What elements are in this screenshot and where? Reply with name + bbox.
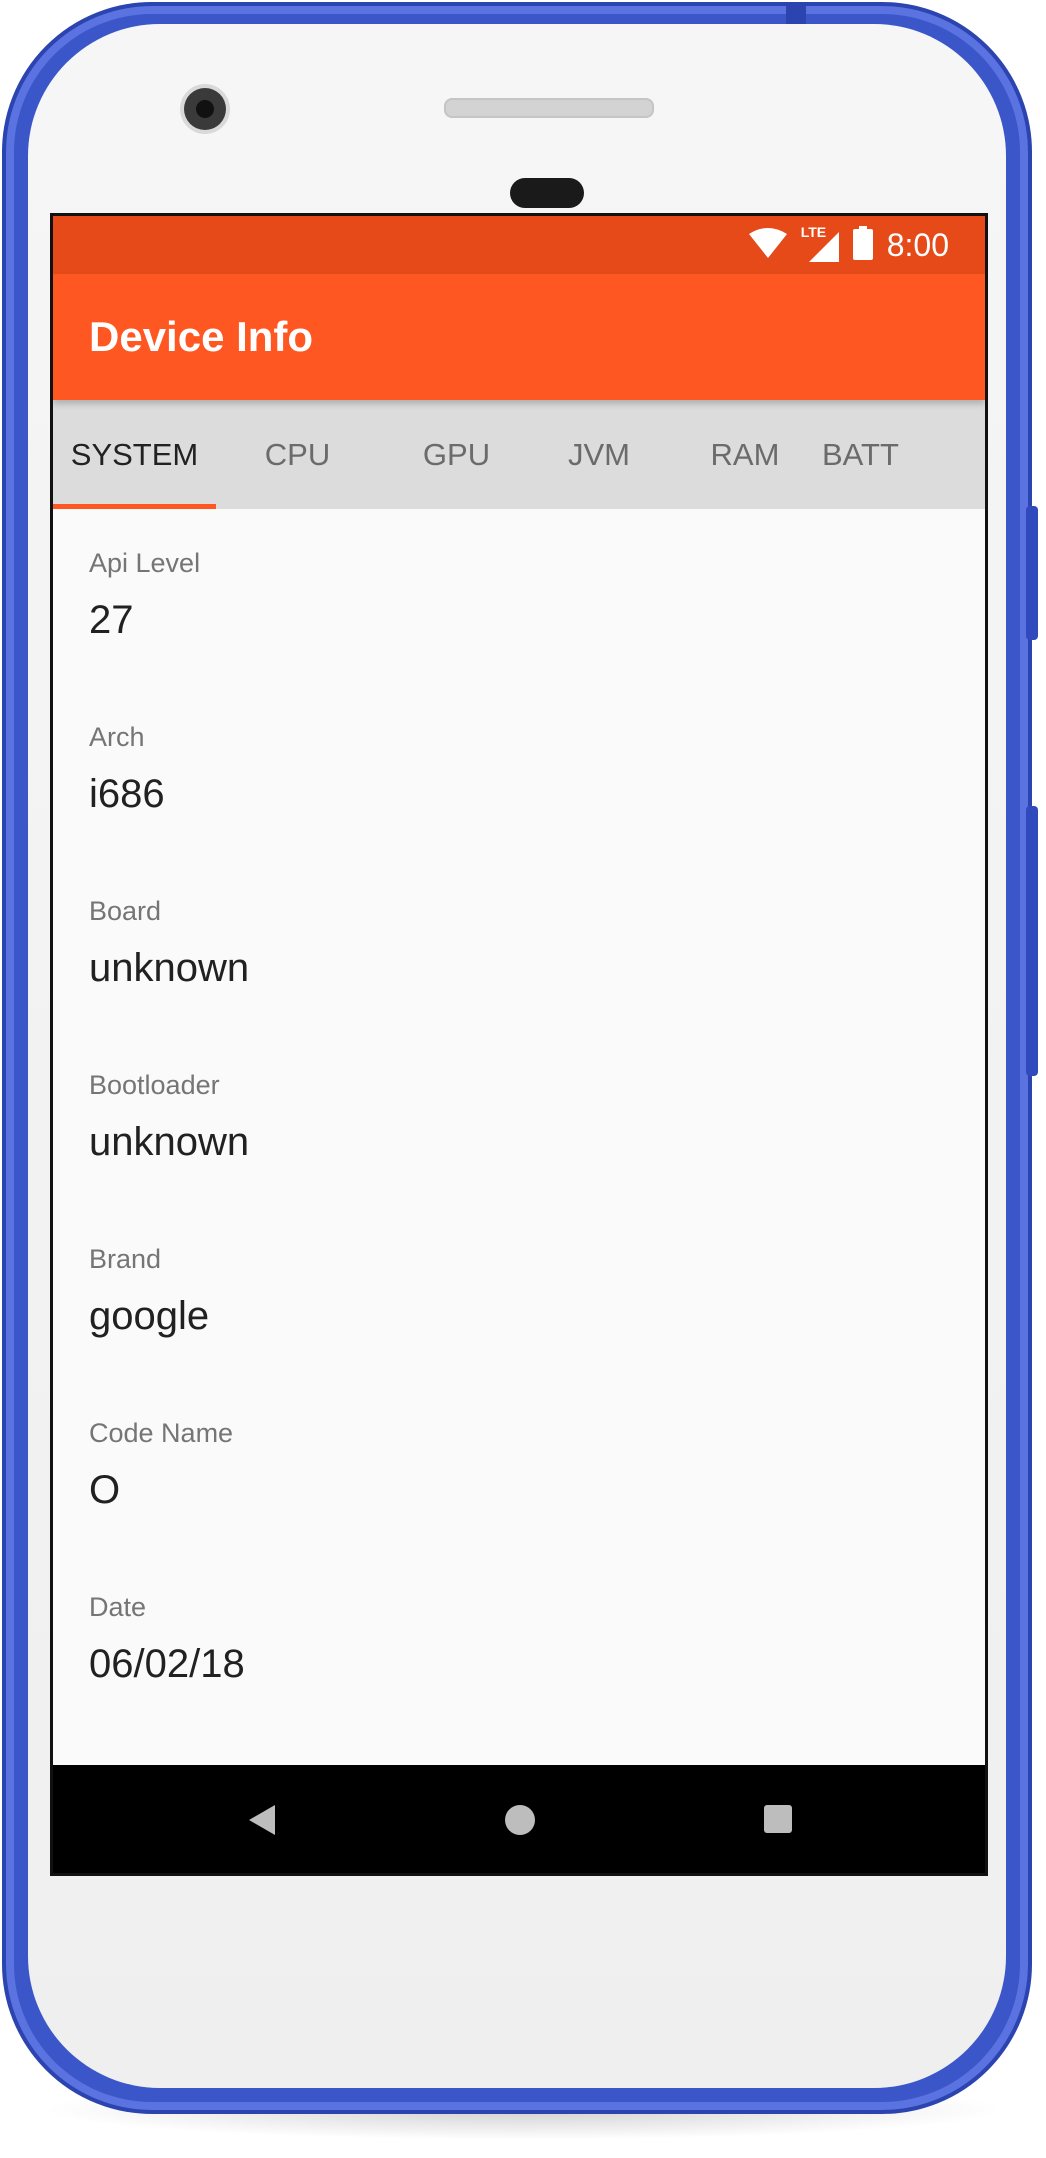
info-item-brand: Brand google: [89, 1243, 985, 1417]
info-label: Code Name: [89, 1418, 234, 1448]
info-item-api-level: Api Level 27: [89, 547, 985, 721]
tab-gpu[interactable]: GPU: [379, 400, 534, 509]
info-value: unknown: [89, 1120, 250, 1164]
info-item-bootloader: Bootloader unknown: [89, 1069, 985, 1243]
info-label: Board: [89, 896, 162, 926]
tab-jvm[interactable]: JVM: [539, 400, 659, 509]
tab-label: SYSTEM: [70, 436, 199, 472]
info-value: unknown: [89, 946, 250, 990]
info-label: Date: [89, 1592, 147, 1622]
tab-cpu[interactable]: CPU: [216, 400, 379, 509]
back-icon[interactable]: [249, 1805, 275, 1835]
status-bar: LTE 8:00: [53, 216, 985, 274]
proximity-sensor: [510, 178, 584, 208]
volume-button: [1026, 806, 1038, 1076]
front-camera: [184, 88, 226, 130]
info-value: google: [89, 1294, 210, 1338]
tab-system[interactable]: SYSTEM: [53, 400, 216, 509]
tab-battery[interactable]: BATT: [804, 400, 932, 509]
home-icon[interactable]: [505, 1805, 535, 1835]
info-item-arch: Arch i686: [89, 721, 985, 895]
tab-bar: SYSTEM CPU GPU JVM RAM BATT: [53, 400, 985, 509]
info-item-code-name: Code Name O: [89, 1417, 985, 1591]
tab-label: GPU: [422, 436, 491, 472]
lte-signal-icon: LTE: [801, 224, 839, 262]
earpiece-speaker: [444, 98, 654, 118]
tab-label: RAM: [710, 436, 780, 472]
tab-ram[interactable]: RAM: [686, 400, 804, 509]
info-list: Api Level 27 Arch i686 Board unknown Boo…: [53, 509, 985, 1765]
info-value: 27: [89, 598, 134, 642]
tab-label: JVM: [568, 436, 630, 472]
info-label: Arch: [89, 722, 145, 752]
frame-antenna-line: [786, 6, 806, 24]
info-item-date: Date 06/02/18: [89, 1591, 985, 1765]
info-label: Api Level: [89, 548, 201, 578]
info-label: Brand: [89, 1244, 162, 1274]
tab-label: CPU: [264, 436, 331, 472]
status-time: 8:00: [886, 226, 949, 263]
navigation-bar: [53, 1765, 985, 1873]
tab-label: BATT: [822, 436, 899, 472]
screen: LTE 8:00 Device Info SYSTEM CPU GPU JVM …: [50, 213, 988, 1876]
app-title: Device Info: [89, 313, 314, 360]
info-item-board: Board unknown: [89, 895, 985, 1069]
battery-icon: [852, 225, 873, 265]
info-label: Bootloader: [89, 1070, 220, 1100]
wifi-icon: [748, 227, 787, 263]
recents-icon[interactable]: [764, 1805, 792, 1833]
info-value: i686: [89, 772, 165, 816]
info-value: O: [89, 1468, 121, 1512]
app-bar: Device Info: [53, 274, 985, 400]
power-button: [1026, 506, 1038, 640]
info-value: 06/02/18: [89, 1642, 245, 1686]
